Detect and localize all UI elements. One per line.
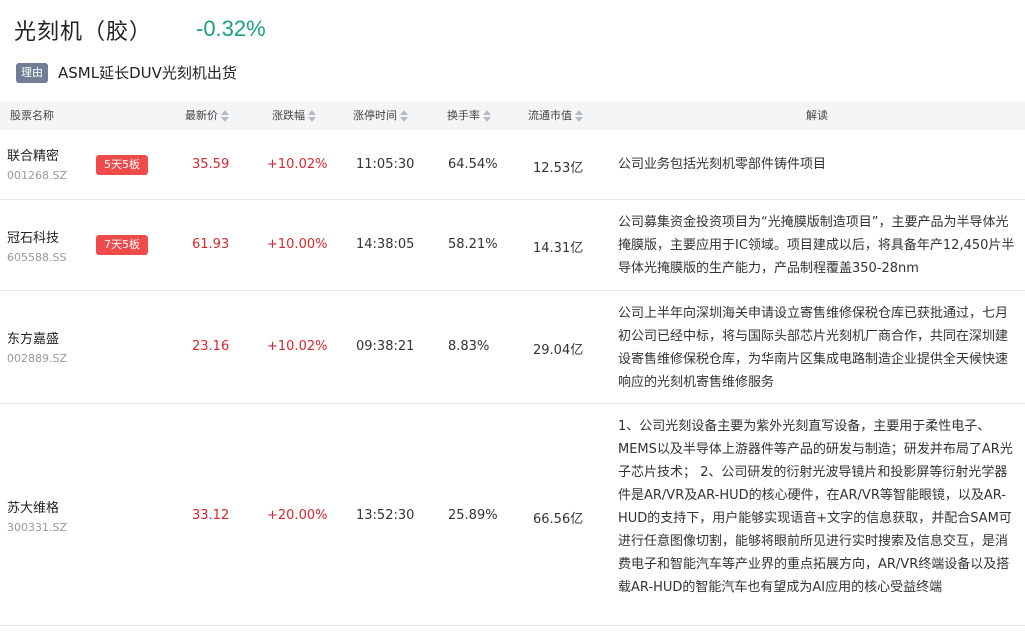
reason-tag: 理由: [16, 63, 48, 83]
float-cap: 66.56亿: [533, 512, 584, 527]
col-pct[interactable]: 涨跌幅: [272, 101, 316, 130]
sort-icon[interactable]: [483, 110, 491, 122]
change-pct: +20.00%: [267, 508, 328, 523]
stock-name[interactable]: 冠石科技: [7, 227, 59, 246]
streak-badge: 7天5板: [96, 235, 148, 255]
limit-time: 13:52:30: [356, 508, 415, 523]
col-turnover[interactable]: 换手率: [447, 101, 491, 130]
float-cap: 14.31亿: [533, 241, 584, 256]
stock-name[interactable]: 苏大维格: [7, 497, 59, 516]
turnover-rate: 25.89%: [448, 508, 498, 523]
table-row[interactable]: 东方嘉盛 002889.SZ 23.16 +10.02% 09:38:21 8.…: [0, 291, 1025, 404]
stock-code: 605588.SS: [7, 251, 67, 264]
turnover-rate: 58.21%: [448, 237, 498, 252]
table-row[interactable]: 冠石科技 605588.SS 7天5板 61.93 +10.00% 14:38:…: [0, 200, 1025, 291]
page-title: 光刻机（胶）: [14, 20, 153, 45]
change-pct: +10.00%: [267, 237, 328, 252]
sort-icon[interactable]: [575, 110, 583, 122]
change-pct: +10.02%: [267, 157, 328, 172]
limit-time: 11:05:30: [356, 157, 415, 172]
col-desc: 解读: [806, 109, 828, 122]
reason-text: ASML延长DUV光刻机出货: [58, 64, 237, 82]
sort-icon[interactable]: [308, 110, 316, 122]
latest-price: 23.16: [192, 339, 230, 354]
stock-desc: 公司业务包括光刻机零部件铸件项目: [618, 157, 827, 172]
table-row[interactable]: 联合精密 001268.SZ 5天5板 35.59 +10.02% 11:05:…: [0, 130, 1025, 200]
sort-icon[interactable]: [221, 110, 229, 122]
stock-table: 股票名称 最新价 涨跌幅 涨停时间 换手率 流通市值 解读 联合精密 00126…: [0, 101, 1025, 626]
turnover-rate: 8.83%: [448, 339, 490, 354]
limit-time: 14:38:05: [356, 237, 415, 252]
col-name: 股票名称: [10, 109, 54, 122]
sort-icon[interactable]: [400, 110, 408, 122]
stock-name[interactable]: 联合精密: [7, 145, 59, 164]
col-price[interactable]: 最新价: [185, 101, 229, 130]
streak-badge: 5天5板: [96, 155, 148, 175]
sector-change: -0.32%: [196, 16, 266, 41]
stock-name[interactable]: 东方嘉盛: [7, 328, 59, 347]
latest-price: 61.93: [192, 237, 230, 252]
stock-desc: 1、公司光刻设备主要为紫外光刻直写设备，主要用于柔性电子、MEMS以及半导体上游…: [618, 419, 1013, 595]
limit-time: 09:38:21: [356, 339, 415, 354]
float-cap: 12.53亿: [533, 161, 584, 176]
stock-code: 002889.SZ: [7, 352, 68, 365]
latest-price: 35.59: [192, 157, 230, 172]
stock-code: 001268.SZ: [7, 169, 68, 182]
float-cap: 29.04亿: [533, 343, 584, 358]
table-row[interactable]: 苏大维格 300331.SZ 33.12 +20.00% 13:52:30 25…: [0, 404, 1025, 626]
page-header: 光刻机（胶） -0.32% 理由 ASML延长DUV光刻机出货: [0, 0, 1025, 100]
col-cap[interactable]: 流通市值: [528, 101, 583, 130]
col-limit-time[interactable]: 涨停时间: [353, 101, 408, 130]
stock-code: 300331.SZ: [7, 521, 68, 534]
table-header: 股票名称 最新价 涨跌幅 涨停时间 换手率 流通市值 解读: [0, 101, 1025, 130]
change-pct: +10.02%: [267, 339, 328, 354]
stock-desc: 公司上半年向深圳海关申请设立寄售维修保税仓库已获批通过，七月初公司已经中标，将与…: [618, 306, 1009, 390]
turnover-rate: 64.54%: [448, 157, 498, 172]
latest-price: 33.12: [192, 508, 230, 523]
stock-desc: 公司募集资金投资项目为“光掩膜版制造项目”，主要产品为半导体光掩膜版，主要应用于…: [618, 215, 1015, 276]
